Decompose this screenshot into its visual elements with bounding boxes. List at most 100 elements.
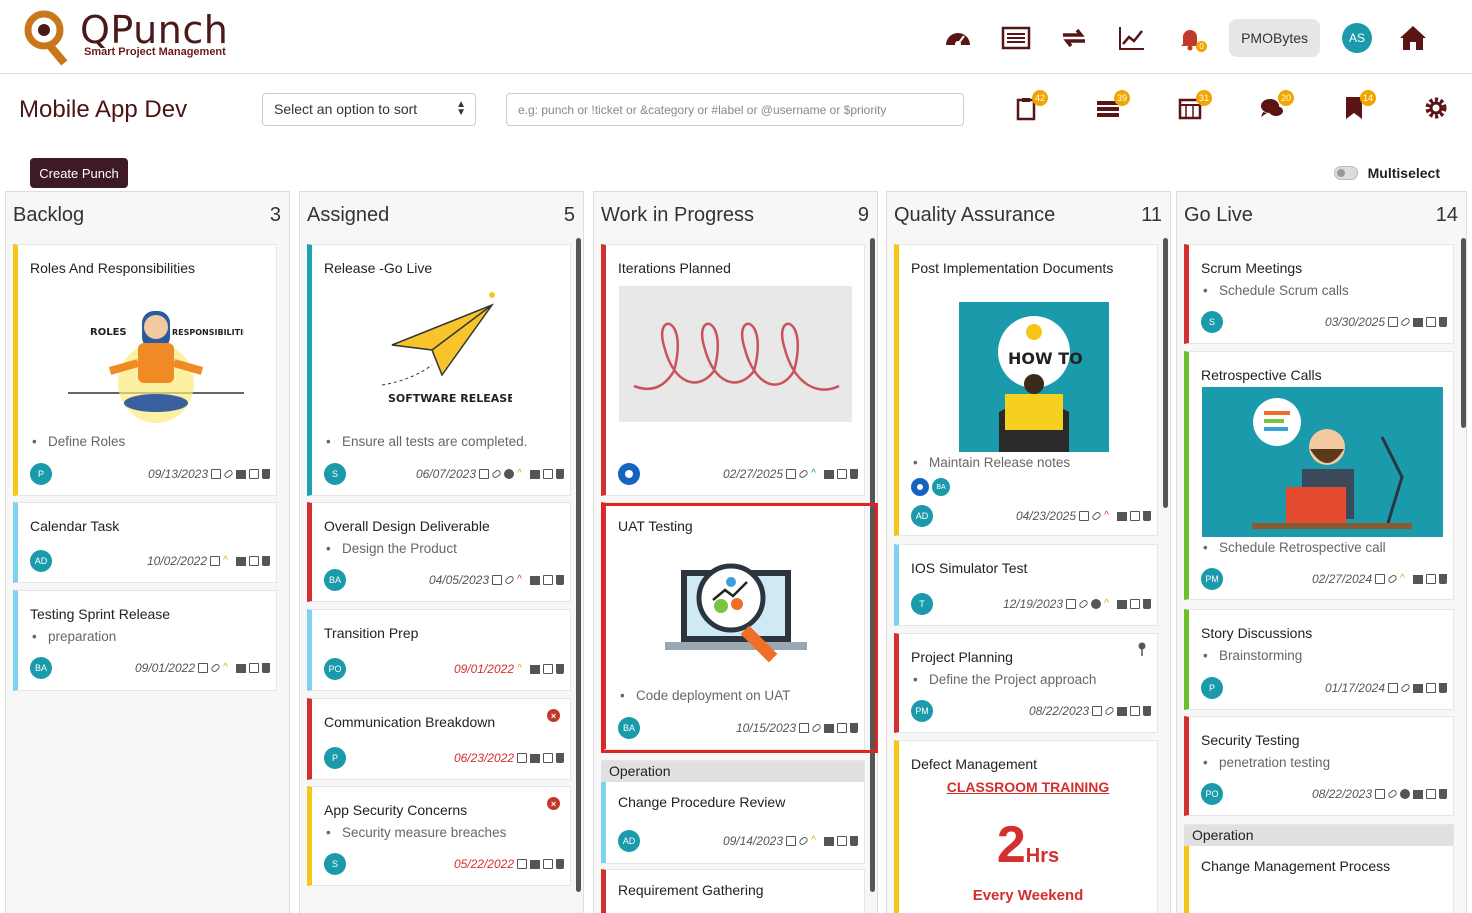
assignee-avatar[interactable]: PO [1201, 783, 1223, 805]
trash-icon[interactable] [262, 663, 270, 673]
link-icon[interactable] [1400, 682, 1411, 694]
documents-filter[interactable]: 14 [1313, 88, 1395, 128]
calendar-icon[interactable] [1066, 599, 1076, 609]
calendar-icon[interactable] [1079, 511, 1089, 521]
calendar-icon[interactable] [198, 663, 208, 673]
training-link[interactable]: CLASSROOM TRAINING [899, 779, 1157, 795]
bell-icon[interactable]: 0 [1161, 18, 1219, 58]
user-avatar[interactable]: AS [1342, 23, 1372, 53]
trash-icon[interactable] [556, 753, 564, 763]
punch-card[interactable]: Requirement Gathering [601, 869, 865, 913]
toggle-switch[interactable] [1333, 166, 1358, 180]
punch-card[interactable]: Operation Change Procedure Review AD 09/… [601, 760, 865, 864]
copy-icon[interactable] [543, 664, 553, 674]
assignee-avatar[interactable]: S [324, 853, 346, 875]
trash-icon[interactable] [1439, 683, 1447, 693]
punch-card[interactable]: × Communication Breakdown P 06/23/2022 [307, 698, 571, 780]
archive-icon[interactable] [530, 664, 540, 674]
search-input[interactable]: e.g: punch or !ticket or &category or #l… [506, 93, 964, 126]
link-icon[interactable] [1400, 316, 1411, 328]
calendar-icon[interactable] [1092, 706, 1102, 716]
assignee-avatar[interactable] [618, 463, 640, 485]
assignee-avatar[interactable]: AD [30, 550, 52, 572]
assignee-avatar[interactable]: AD [911, 505, 933, 527]
copy-icon[interactable] [1426, 683, 1436, 693]
copy-icon[interactable] [1130, 511, 1140, 521]
copy-icon[interactable] [249, 556, 259, 566]
copy-icon[interactable] [249, 663, 259, 673]
punch-card[interactable]: Overall Design Deliverable Design the Pr… [307, 502, 571, 602]
link-icon[interactable] [491, 468, 502, 480]
calendar-icon[interactable] [517, 859, 527, 869]
calendar-icon[interactable] [786, 836, 796, 846]
copy-icon[interactable] [543, 859, 553, 869]
assignee-avatar[interactable]: P [1201, 677, 1223, 699]
punch-card[interactable]: Scrum Meetings Schedule Scrum calls S 03… [1184, 244, 1454, 344]
archive-icon[interactable] [530, 575, 540, 585]
link-icon[interactable] [504, 574, 515, 586]
list-view-icon[interactable] [987, 18, 1045, 58]
archive-icon[interactable] [1117, 599, 1127, 609]
calendar-icon[interactable] [211, 469, 221, 479]
punch-card[interactable]: Calendar Task AD 10/02/2022 ^ [13, 502, 277, 583]
calendar-icon[interactable] [1388, 683, 1398, 693]
assignee-avatar[interactable]: AD [618, 830, 640, 852]
punch-card[interactable]: Operation Change Management Process [1184, 824, 1454, 913]
punch-filter[interactable]: 42 [985, 88, 1067, 128]
archive-icon[interactable] [824, 469, 834, 479]
archive-icon[interactable] [1413, 574, 1423, 584]
analytics-icon[interactable] [1103, 18, 1161, 58]
assignee-avatar[interactable]: S [1201, 311, 1223, 333]
assignee-avatar[interactable]: P [30, 463, 52, 485]
sync-icon[interactable] [1045, 18, 1103, 58]
trash-icon[interactable] [850, 836, 858, 846]
trash-icon[interactable] [556, 469, 564, 479]
trash-icon[interactable] [556, 575, 564, 585]
trash-icon[interactable] [262, 556, 270, 566]
punch-card[interactable]: × App Security Concerns Security measure… [307, 786, 571, 886]
assignee-avatar[interactable]: PM [911, 700, 933, 722]
archive-icon[interactable] [530, 753, 540, 763]
copy-icon[interactable] [1426, 789, 1436, 799]
copy-icon[interactable] [1426, 574, 1436, 584]
column-scrollbar[interactable] [1461, 238, 1466, 428]
workspace-button[interactable]: PMOBytes [1229, 19, 1320, 57]
link-icon[interactable] [1387, 788, 1398, 800]
sort-select[interactable]: Select an option to sort ▲ ▼ [262, 93, 476, 126]
column-scrollbar[interactable] [576, 238, 581, 892]
archive-icon[interactable] [236, 469, 246, 479]
archive-icon[interactable] [236, 663, 246, 673]
punch-card[interactable]: Retrospective Calls Schedule Retrospecti… [1184, 351, 1454, 600]
calendar-icon[interactable] [479, 469, 489, 479]
punch-card[interactable]: Roles And Responsibilities ROLES RESPONS… [13, 244, 277, 496]
calendar-icon[interactable] [492, 575, 502, 585]
copy-icon[interactable] [249, 469, 259, 479]
calendar-icon[interactable] [1375, 789, 1385, 799]
trash-icon[interactable] [556, 859, 564, 869]
archive-icon[interactable] [1117, 706, 1127, 716]
info-icon[interactable] [1091, 599, 1101, 609]
qpunch-logo[interactable]: QPunch Smart Project Management [22, 6, 232, 68]
multiselect-toggle[interactable]: Multiselect [1333, 165, 1440, 181]
archive-icon[interactable] [1413, 317, 1423, 327]
copy-icon[interactable] [837, 836, 847, 846]
trash-icon[interactable] [1143, 511, 1151, 521]
punch-card[interactable]: Transition Prep PO 09/01/2022 ^ [307, 609, 571, 691]
trash-icon[interactable] [1439, 574, 1447, 584]
copy-icon[interactable] [837, 469, 847, 479]
assignee-avatar[interactable]: BA [30, 657, 52, 679]
punch-card[interactable]: IOS Simulator Test T 12/19/2023 ^ [894, 544, 1158, 626]
calendar-icon[interactable] [1388, 317, 1398, 327]
home-icon[interactable] [1384, 18, 1442, 58]
punch-card[interactable]: Iterations Planned 02/27/2025 ^ [601, 244, 865, 496]
trash-icon[interactable] [1143, 599, 1151, 609]
copy-icon[interactable] [543, 753, 553, 763]
punch-card[interactable]: Release -Go Live SOFTWARE RELEASE Ensure… [307, 244, 571, 496]
assignee-avatar[interactable]: BA [324, 569, 346, 591]
punch-card[interactable]: Testing Sprint Release preparation BA 09… [13, 590, 277, 691]
trash-icon[interactable] [1143, 706, 1151, 716]
assignee-avatar[interactable]: S [324, 463, 346, 485]
watcher-avatar[interactable]: BA [932, 478, 950, 496]
punch-card[interactable]: Project Planning Define the Project appr… [894, 633, 1158, 733]
calendar-icon[interactable] [517, 753, 527, 763]
